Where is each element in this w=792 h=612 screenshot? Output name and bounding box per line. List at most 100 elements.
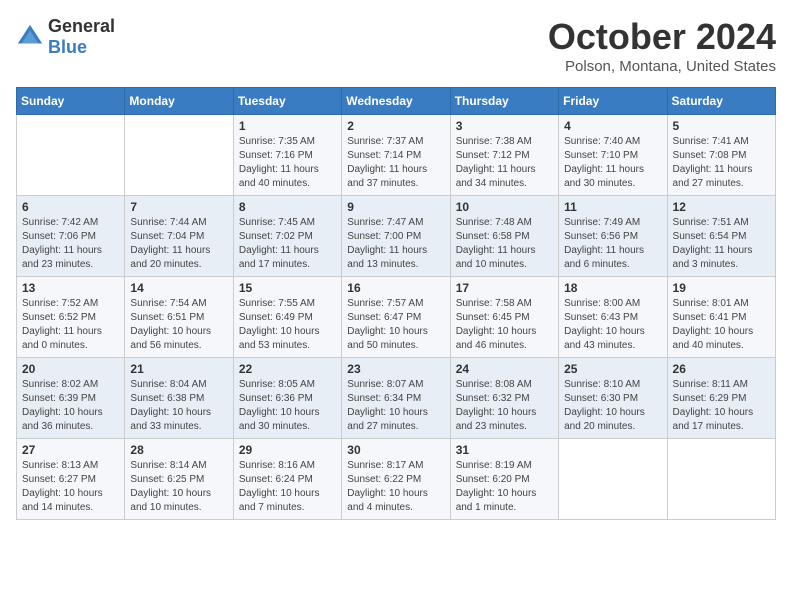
- calendar-cell: [667, 439, 775, 520]
- day-number: 21: [130, 362, 227, 376]
- calendar-cell: 20 Sunrise: 8:02 AM Sunset: 6:39 PM Dayli…: [17, 358, 125, 439]
- day-detail: Sunrise: 7:38 AM Sunset: 7:12 PM Dayligh…: [456, 135, 553, 191]
- day-header-friday: Friday: [559, 88, 667, 115]
- day-detail: Sunrise: 7:45 AM Sunset: 7:02 PM Dayligh…: [239, 216, 336, 272]
- day-header-monday: Monday: [125, 88, 233, 115]
- day-detail: Sunrise: 7:35 AM Sunset: 7:16 PM Dayligh…: [239, 135, 336, 191]
- day-number: 16: [347, 281, 444, 295]
- calendar-cell: 10Sunrise: 7:48 AM Sunset: 6:58 PM Dayli…: [450, 196, 558, 277]
- calendar-week-5: 27 Sunrise: 8:13 AM Sunset: 6:27 PM Dayli…: [17, 439, 776, 520]
- calendar-cell: 14 Sunrise: 7:54 AM Sunset: 6:51 PM Dayli…: [125, 277, 233, 358]
- day-number: 30: [347, 443, 444, 457]
- calendar-cell: 27 Sunrise: 8:13 AM Sunset: 6:27 PM Dayli…: [17, 439, 125, 520]
- day-detail: Sunrise: 7:37 AM Sunset: 7:14 PM Dayligh…: [347, 135, 444, 191]
- calendar-cell: 9Sunrise: 7:47 AM Sunset: 7:00 PM Daylig…: [342, 196, 450, 277]
- calendar-cell: 3 Sunrise: 7:38 AM Sunset: 7:12 PM Daylig…: [450, 115, 558, 196]
- calendar-cell: [125, 115, 233, 196]
- calendar-cell: 11 Sunrise: 7:49 AM Sunset: 6:56 PM Dayli…: [559, 196, 667, 277]
- calendar-week-4: 20 Sunrise: 8:02 AM Sunset: 6:39 PM Dayli…: [17, 358, 776, 439]
- day-number: 7: [130, 200, 227, 214]
- day-header-tuesday: Tuesday: [233, 88, 341, 115]
- calendar-header-row: SundayMondayTuesdayWednesdayThursdayFrid…: [17, 88, 776, 115]
- calendar-table: SundayMondayTuesdayWednesdayThursdayFrid…: [16, 87, 776, 520]
- day-number: 20: [22, 362, 119, 376]
- calendar-cell: 4Sunrise: 7:40 AM Sunset: 7:10 PM Daylig…: [559, 115, 667, 196]
- day-detail: Sunrise: 7:52 AM Sunset: 6:52 PM Dayligh…: [22, 297, 119, 353]
- calendar-cell: 18 Sunrise: 8:00 AM Sunset: 6:43 PM Dayli…: [559, 277, 667, 358]
- logo-blue: Blue: [48, 37, 87, 57]
- calendar-cell: 30 Sunrise: 8:17 AM Sunset: 6:22 PM Dayli…: [342, 439, 450, 520]
- calendar-cell: [17, 115, 125, 196]
- day-detail: Sunrise: 7:51 AM Sunset: 6:54 PM Dayligh…: [673, 216, 770, 272]
- calendar-cell: 25 Sunrise: 8:10 AM Sunset: 6:30 PM Dayli…: [559, 358, 667, 439]
- day-detail: Sunrise: 8:02 AM Sunset: 6:39 PM Dayligh…: [22, 378, 119, 434]
- day-number: 26: [673, 362, 770, 376]
- day-number: 28: [130, 443, 227, 457]
- calendar-cell: 29 Sunrise: 8:16 AM Sunset: 6:24 PM Dayli…: [233, 439, 341, 520]
- title-section: October 2024 Polson, Montana, United Sta…: [548, 16, 776, 75]
- calendar-cell: 24 Sunrise: 8:08 AM Sunset: 6:32 PM Dayli…: [450, 358, 558, 439]
- calendar-cell: 23 Sunrise: 8:07 AM Sunset: 6:34 PM Dayli…: [342, 358, 450, 439]
- day-detail: Sunrise: 7:42 AM Sunset: 7:06 PM Dayligh…: [22, 216, 119, 272]
- logo-icon: [16, 23, 44, 51]
- day-number: 23: [347, 362, 444, 376]
- day-number: 12: [673, 200, 770, 214]
- calendar-cell: 1Sunrise: 7:35 AM Sunset: 7:16 PM Daylig…: [233, 115, 341, 196]
- calendar-week-1: 1Sunrise: 7:35 AM Sunset: 7:16 PM Daylig…: [17, 115, 776, 196]
- day-detail: Sunrise: 8:08 AM Sunset: 6:32 PM Dayligh…: [456, 378, 553, 434]
- calendar-cell: 13Sunrise: 7:52 AM Sunset: 6:52 PM Dayli…: [17, 277, 125, 358]
- day-number: 19: [673, 281, 770, 295]
- day-detail: Sunrise: 7:49 AM Sunset: 6:56 PM Dayligh…: [564, 216, 661, 272]
- day-detail: Sunrise: 8:16 AM Sunset: 6:24 PM Dayligh…: [239, 459, 336, 515]
- calendar-cell: 21 Sunrise: 8:04 AM Sunset: 6:38 PM Dayli…: [125, 358, 233, 439]
- calendar-cell: 15 Sunrise: 7:55 AM Sunset: 6:49 PM Dayli…: [233, 277, 341, 358]
- day-header-sunday: Sunday: [17, 88, 125, 115]
- day-detail: Sunrise: 8:01 AM Sunset: 6:41 PM Dayligh…: [673, 297, 770, 353]
- calendar-cell: 5 Sunrise: 7:41 AM Sunset: 7:08 PM Daylig…: [667, 115, 775, 196]
- day-number: 9: [347, 200, 444, 214]
- calendar-cell: 19 Sunrise: 8:01 AM Sunset: 6:41 PM Dayli…: [667, 277, 775, 358]
- day-number: 11: [564, 200, 661, 214]
- day-number: 18: [564, 281, 661, 295]
- day-detail: Sunrise: 7:54 AM Sunset: 6:51 PM Dayligh…: [130, 297, 227, 353]
- location: Polson, Montana, United States: [548, 58, 776, 75]
- day-number: 22: [239, 362, 336, 376]
- day-number: 25: [564, 362, 661, 376]
- day-number: 5: [673, 119, 770, 133]
- calendar-cell: 28Sunrise: 8:14 AM Sunset: 6:25 PM Dayli…: [125, 439, 233, 520]
- logo: General Blue: [16, 16, 115, 58]
- month-title: October 2024: [548, 16, 776, 58]
- calendar-cell: 16 Sunrise: 7:57 AM Sunset: 6:47 PM Dayli…: [342, 277, 450, 358]
- day-number: 4: [564, 119, 661, 133]
- day-detail: Sunrise: 8:13 AM Sunset: 6:27 PM Dayligh…: [22, 459, 119, 515]
- day-detail: Sunrise: 8:05 AM Sunset: 6:36 PM Dayligh…: [239, 378, 336, 434]
- calendar-cell: 22 Sunrise: 8:05 AM Sunset: 6:36 PM Dayli…: [233, 358, 341, 439]
- day-detail: Sunrise: 7:55 AM Sunset: 6:49 PM Dayligh…: [239, 297, 336, 353]
- day-number: 27: [22, 443, 119, 457]
- day-number: 14: [130, 281, 227, 295]
- day-detail: Sunrise: 8:11 AM Sunset: 6:29 PM Dayligh…: [673, 378, 770, 434]
- calendar-week-3: 13Sunrise: 7:52 AM Sunset: 6:52 PM Dayli…: [17, 277, 776, 358]
- day-number: 24: [456, 362, 553, 376]
- calendar-cell: 26 Sunrise: 8:11 AM Sunset: 6:29 PM Dayli…: [667, 358, 775, 439]
- day-detail: Sunrise: 7:58 AM Sunset: 6:45 PM Dayligh…: [456, 297, 553, 353]
- day-number: 31: [456, 443, 553, 457]
- day-detail: Sunrise: 8:17 AM Sunset: 6:22 PM Dayligh…: [347, 459, 444, 515]
- calendar-cell: 6 Sunrise: 7:42 AM Sunset: 7:06 PM Daylig…: [17, 196, 125, 277]
- day-detail: Sunrise: 8:07 AM Sunset: 6:34 PM Dayligh…: [347, 378, 444, 434]
- day-detail: Sunrise: 8:19 AM Sunset: 6:20 PM Dayligh…: [456, 459, 553, 515]
- day-detail: Sunrise: 7:41 AM Sunset: 7:08 PM Dayligh…: [673, 135, 770, 191]
- day-detail: Sunrise: 7:48 AM Sunset: 6:58 PM Dayligh…: [456, 216, 553, 272]
- day-detail: Sunrise: 8:10 AM Sunset: 6:30 PM Dayligh…: [564, 378, 661, 434]
- day-detail: Sunrise: 7:57 AM Sunset: 6:47 PM Dayligh…: [347, 297, 444, 353]
- day-number: 15: [239, 281, 336, 295]
- day-number: 6: [22, 200, 119, 214]
- day-detail: Sunrise: 8:04 AM Sunset: 6:38 PM Dayligh…: [130, 378, 227, 434]
- day-number: 3: [456, 119, 553, 133]
- day-detail: Sunrise: 8:00 AM Sunset: 6:43 PM Dayligh…: [564, 297, 661, 353]
- day-header-wednesday: Wednesday: [342, 88, 450, 115]
- calendar-week-2: 6 Sunrise: 7:42 AM Sunset: 7:06 PM Daylig…: [17, 196, 776, 277]
- calendar-cell: 7Sunrise: 7:44 AM Sunset: 7:04 PM Daylig…: [125, 196, 233, 277]
- logo-text: General Blue: [48, 16, 115, 58]
- day-number: 29: [239, 443, 336, 457]
